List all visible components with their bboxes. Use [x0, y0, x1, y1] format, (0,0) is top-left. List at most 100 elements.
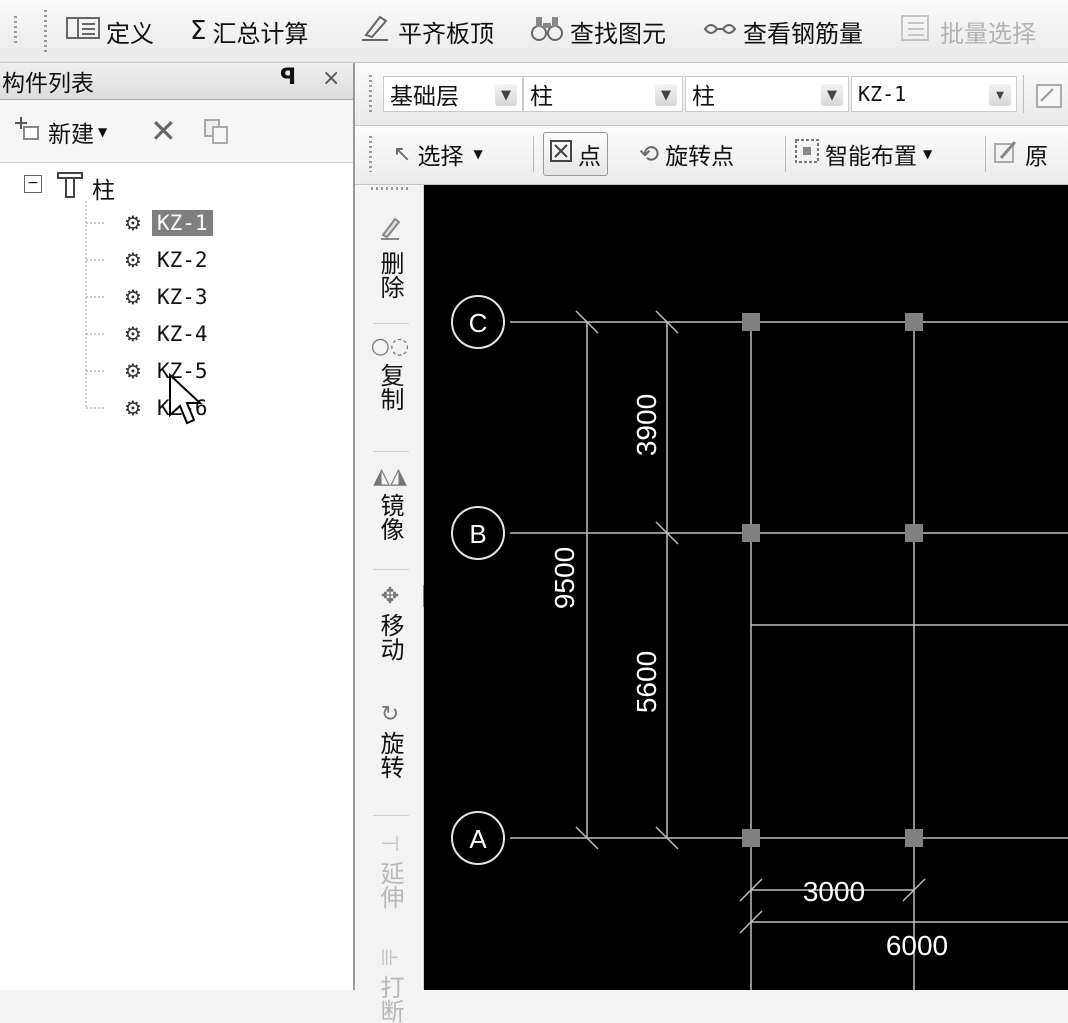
rotate-point-icon: ⟲	[639, 140, 660, 168]
view-rebar-button[interactable]: 查看钢筋量	[703, 14, 863, 48]
smart-layout-button[interactable]: 智能布置 ▼	[795, 136, 932, 172]
extend-icon: ⊣	[380, 832, 400, 857]
chevron-down-icon: ▼	[98, 125, 108, 139]
tree-item-kz-4[interactable]: ⚙ KZ-4	[124, 320, 213, 348]
tree-item-kz-2[interactable]: ⚙ KZ-2	[124, 246, 213, 274]
modify-toolbar-grip[interactable]	[371, 187, 409, 190]
chevron-down-icon: ▼	[989, 84, 1011, 106]
level-slab-icon	[358, 13, 392, 49]
chevron-down-icon: ▼	[821, 84, 843, 106]
separator	[373, 451, 409, 452]
axis-label-b: B	[469, 519, 486, 549]
mirror-tool-button[interactable]: ◭◮ 镜像	[365, 465, 415, 542]
gear-icon: ⚙	[124, 248, 142, 272]
column-kz[interactable]	[742, 829, 760, 847]
column-kz[interactable]	[905, 829, 923, 847]
extend-tool-label: 延伸	[376, 861, 404, 909]
delete-tool-button[interactable]: 删除	[365, 215, 415, 299]
column-kz[interactable]	[905, 313, 923, 331]
batch-select-button[interactable]: 批量选择	[900, 14, 1036, 48]
delete-tool-label: 删除	[376, 251, 404, 299]
rotate-tool-label: 旋转	[376, 731, 404, 779]
delete-icon[interactable]: ✕	[150, 112, 177, 150]
properties-icon[interactable]	[1035, 83, 1063, 113]
separator	[1023, 75, 1024, 113]
extend-tool-button[interactable]: ⊣ 延伸	[365, 832, 415, 910]
original-position-label: 原	[1025, 144, 1048, 170]
tree-item-label: KZ-1	[151, 210, 213, 236]
arrow-pointer-icon: ↖	[393, 141, 412, 167]
original-position-button[interactable]: 原	[993, 136, 1048, 172]
move-tool-button[interactable]: ✥ 移动	[365, 584, 415, 662]
main-toolbar: 定义 Σ 汇总计算 平齐板顶 查找图元 查看钢筋量 批量选择	[0, 0, 1068, 63]
separator	[533, 136, 534, 172]
define-button[interactable]: 定义	[66, 14, 154, 48]
point-box-icon	[550, 140, 572, 168]
new-icon	[14, 115, 42, 149]
gear-icon: ⚙	[124, 211, 142, 235]
collapse-toggle[interactable]: −	[24, 175, 42, 193]
smart-layout-label: 智能布置	[825, 144, 917, 170]
rotate-tool-button[interactable]: ↻ 旋转	[365, 702, 415, 780]
column-kz[interactable]	[742, 524, 760, 542]
point-button[interactable]: 点	[543, 132, 608, 176]
type-select[interactable]: 柱 ▼	[523, 76, 683, 112]
rotate-point-button[interactable]: ⟲ 旋转点	[639, 136, 734, 172]
layer-selector-bar: 基础层 ▼ 柱 ▼ 柱 ▼ KZ-1 ▼	[355, 63, 1068, 126]
chevron-down-icon: ▼	[473, 147, 483, 161]
floor-select[interactable]: 基础层 ▼	[383, 76, 523, 112]
column-kz[interactable]	[742, 313, 760, 331]
tree-root-label[interactable]: 柱	[92, 171, 115, 205]
summary-calc-button[interactable]: Σ 汇总计算	[190, 14, 308, 48]
mouse-cursor-icon	[169, 373, 203, 425]
copy-tool-button[interactable]: ○◌ 复制	[365, 334, 415, 412]
break-tool-button[interactable]: ⊪ 打断	[365, 947, 415, 1023]
toolbar-dropdown-arrow[interactable]	[14, 16, 17, 46]
gear-icon: ⚙	[124, 322, 142, 346]
dim-text-6000: 6000	[886, 930, 948, 961]
toolbar-grip[interactable]	[44, 10, 47, 52]
layer-bar-grip[interactable]	[369, 75, 372, 113]
rotate-icon: ↻	[380, 702, 400, 727]
select-button[interactable]: ↖ 选择 ▼	[393, 136, 483, 172]
component-select[interactable]: KZ-1 ▼	[851, 76, 1017, 112]
dim-text-3900: 3900	[631, 394, 662, 456]
tree-item-kz-3[interactable]: ⚙ KZ-3	[124, 283, 213, 311]
break-tool-label: 打断	[376, 975, 404, 1023]
mirror-tool-label: 镜像	[376, 493, 404, 541]
separator	[373, 323, 409, 324]
pin-icon[interactable]: ꟼ	[280, 65, 296, 90]
chevron-down-icon: ▼	[655, 84, 677, 106]
find-element-button[interactable]: 查找图元	[530, 14, 666, 48]
copy-icon[interactable]	[203, 118, 231, 150]
summary-calc-label: 汇总计算	[212, 19, 309, 48]
draw-toolbar-grip[interactable]	[369, 136, 372, 172]
component-tree: − 柱 ⚙ KZ-1 ⚙ KZ-2 ⚙ KZ-3 ⚙ KZ-4 ⚙ KZ-5 ⚙…	[20, 171, 350, 433]
gear-icon: ⚙	[124, 396, 142, 420]
rotate-point-label: 旋转点	[665, 144, 735, 170]
gear-icon: ⚙	[124, 359, 142, 383]
column-type-icon	[56, 171, 84, 203]
tree-item-label: KZ-4	[156, 322, 208, 346]
define-icon	[66, 16, 100, 46]
tree-item-kz-1[interactable]: ⚙ KZ-1	[124, 209, 213, 237]
point-label: 点	[578, 144, 601, 170]
dim-text-5600: 5600	[631, 651, 662, 713]
column-kz[interactable]	[905, 524, 923, 542]
move-arrows-icon: ✥	[380, 584, 400, 609]
level-slab-top-button[interactable]: 平齐板顶	[358, 14, 494, 48]
new-component-label: 新建	[48, 122, 94, 148]
new-component-button[interactable]: 新建 ▼	[14, 116, 107, 148]
select-label: 选择	[417, 144, 464, 170]
copy-tool-label: 复制	[376, 363, 404, 411]
close-icon[interactable]: ×	[322, 66, 340, 91]
copy-circles-icon: ○◌	[370, 334, 410, 359]
gear-icon: ⚙	[124, 285, 142, 309]
drawing-canvas[interactable]: C B A 9500 3900 5600 3000 6000	[424, 185, 1068, 990]
find-element-label: 查找图元	[570, 19, 666, 48]
subtype-select-value: 柱	[692, 84, 715, 110]
axis-bubble-c: C	[451, 295, 505, 349]
axis-bubble-b: B	[451, 506, 505, 560]
subtype-select[interactable]: 柱 ▼	[685, 76, 849, 112]
dim-text-3000: 3000	[803, 876, 865, 907]
